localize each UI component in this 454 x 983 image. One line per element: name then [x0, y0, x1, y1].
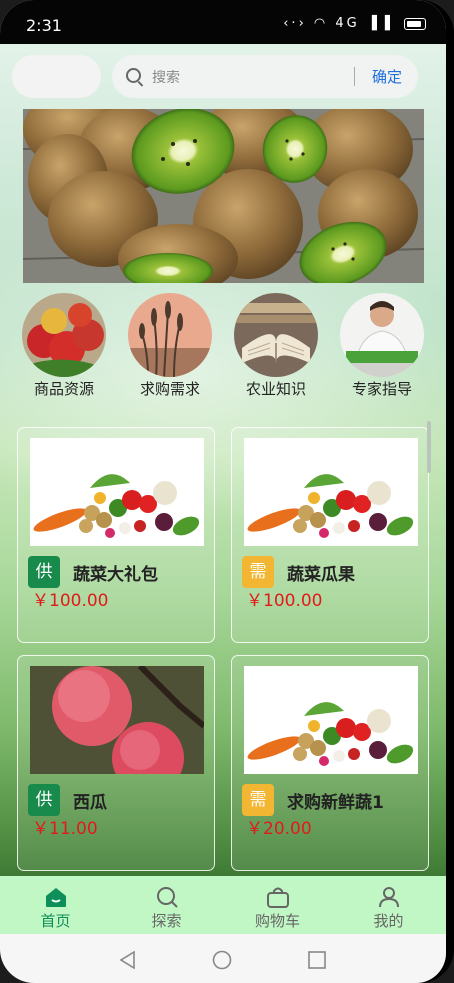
tab-label: 首页 — [40, 912, 71, 930]
product-title: 西瓜 — [73, 793, 107, 813]
status-icons: ‹·› ◠ 4G ▐▐ — [283, 16, 426, 31]
book-photo — [234, 293, 318, 377]
search-icon — [126, 68, 141, 83]
tab-home[interactable]: 首页 — [0, 876, 111, 934]
product-card[interactable]: 需 求购新鲜蔬1 ￥20.00 — [231, 655, 429, 871]
search-divider — [354, 67, 355, 86]
tab-label: 探索 — [151, 912, 182, 930]
vegetables-photo — [30, 438, 204, 546]
product-card[interactable]: 需 蔬菜瓜果 ￥100.00 — [231, 427, 429, 643]
supply-tag: 供 — [28, 556, 60, 588]
category-label: 商品资源 — [33, 380, 94, 398]
category-demand[interactable]: 求购需求 — [117, 293, 223, 399]
tab-label: 购物车 — [254, 912, 300, 930]
search-confirm-button[interactable]: 确定 — [372, 66, 402, 87]
supply-tag: 供 — [28, 784, 60, 816]
product-title: 蔬菜大礼包 — [73, 565, 158, 585]
system-nav-bar — [0, 934, 446, 983]
category-row: 商品资源 求购需求 农业知识 专家指导 — [0, 293, 446, 403]
tab-cart[interactable]: 购物车 — [222, 876, 333, 934]
product-price: ￥100.00 — [32, 591, 109, 611]
category-goods[interactable]: 商品资源 — [11, 293, 117, 399]
product-grid: 供 蔬菜大礼包 ￥100.00 需 蔬菜瓜果 ￥100.00 供 西瓜 ￥11.… — [0, 421, 446, 873]
category-label: 专家指导 — [351, 380, 412, 398]
vegetables-photo — [244, 666, 418, 774]
home-icon — [44, 886, 68, 908]
network-indicators: ‹·› ◠ 4G ▐▐ — [283, 16, 393, 31]
scrollbar[interactable] — [427, 421, 431, 473]
user-icon — [377, 886, 401, 908]
product-title: 蔬菜瓜果 — [287, 565, 355, 585]
location-pill[interactable] — [12, 55, 101, 98]
bottom-tab-bar: 首页 探索 购物车 我的 — [0, 876, 446, 934]
category-expert[interactable]: 专家指导 — [329, 293, 435, 399]
product-card[interactable]: 供 蔬菜大礼包 ￥100.00 — [17, 427, 215, 643]
demand-tag: 需 — [242, 556, 274, 588]
search-icon — [155, 886, 179, 908]
search-bar[interactable]: 搜索 确定 — [112, 55, 418, 98]
tab-explore[interactable]: 探索 — [111, 876, 222, 934]
tab-label: 我的 — [373, 912, 404, 930]
back-icon[interactable] — [118, 950, 138, 974]
status-bar: 2:31 ‹·› ◠ 4G ▐▐ — [0, 0, 446, 44]
phone-frame: 2:31 ‹·› ◠ 4G ▐▐ 搜索 确定 商品资源 求购需求 农业知识 专家… — [0, 0, 454, 983]
vegetables-photo — [244, 438, 418, 546]
category-knowledge[interactable]: 农业知识 — [223, 293, 329, 399]
wheat-photo — [128, 293, 212, 377]
search-input[interactable]: 搜索 — [152, 67, 180, 87]
product-title: 求购新鲜蔬1 — [287, 793, 384, 813]
app-screen: 2:31 ‹·› ◠ 4G ▐▐ 搜索 确定 商品资源 求购需求 农业知识 专家… — [0, 0, 446, 983]
recents-icon[interactable] — [307, 950, 327, 974]
product-price: ￥20.00 — [246, 819, 312, 839]
apples-photo — [22, 293, 106, 377]
product-price: ￥100.00 — [246, 591, 323, 611]
banner-kiwi-image[interactable] — [23, 109, 424, 283]
product-price: ￥11.00 — [32, 819, 98, 839]
apples-photo — [30, 666, 204, 774]
battery-icon — [404, 17, 426, 30]
status-time: 2:31 — [26, 16, 62, 35]
product-card[interactable]: 供 西瓜 ￥11.00 — [17, 655, 215, 871]
cart-icon — [266, 886, 290, 908]
category-label: 农业知识 — [245, 380, 306, 398]
demand-tag: 需 — [242, 784, 274, 816]
expert-photo — [340, 293, 424, 377]
home-button-icon[interactable] — [212, 950, 232, 974]
tab-mine[interactable]: 我的 — [333, 876, 444, 934]
category-label: 求购需求 — [139, 380, 200, 398]
